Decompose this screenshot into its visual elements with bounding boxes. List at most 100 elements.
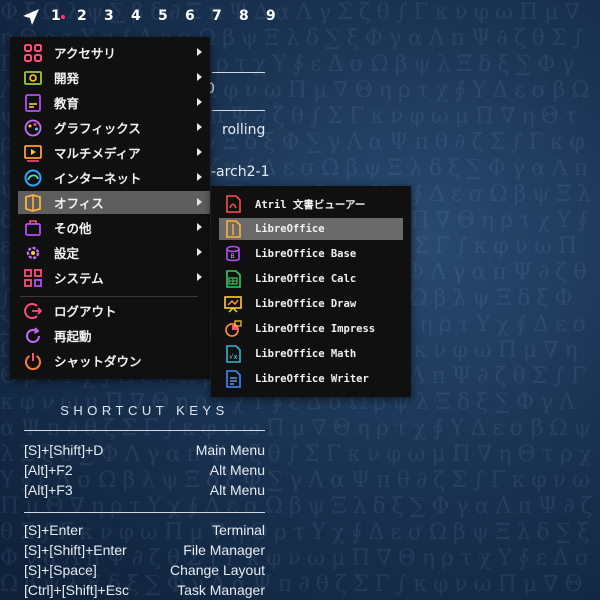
- menu-item-other[interactable]: その他: [18, 216, 210, 239]
- libreoffice-writer-icon: [223, 369, 243, 389]
- menu-item-label: シャットダウン: [54, 354, 142, 369]
- shortcut-keys: [S]+[Shift]+Enter: [24, 542, 127, 558]
- menu-item-label: 教育: [54, 96, 80, 111]
- svg-text:B: B: [231, 253, 235, 260]
- menu-item-settings[interactable]: 設定: [18, 241, 210, 264]
- menu-item-reboot[interactable]: 再起動: [18, 324, 210, 347]
- shortcut-divider: [24, 512, 265, 513]
- submenu-item-libreoffice-math[interactable]: √x LibreOffice Math: [219, 343, 403, 365]
- logout-icon: [23, 301, 43, 321]
- submenu-arrow-icon: [197, 173, 202, 181]
- menu-item-internet[interactable]: インターネット: [18, 166, 210, 189]
- submenu-item-libreoffice-writer[interactable]: LibreOffice Writer: [219, 368, 403, 390]
- submenu-arrow-icon: [197, 48, 202, 56]
- main-menu: アクセサリ 開発 教育 グラフィックス マルチメディア インターネット オフィス…: [10, 37, 210, 379]
- shortcut-row: [S]+Enter Terminal: [24, 522, 265, 542]
- shortcut-action: Alt Menu: [209, 462, 265, 478]
- menu-item-label: システム: [54, 271, 104, 286]
- libreoffice-icon: [223, 219, 243, 239]
- submenu-item-label: LibreOffice Math: [255, 348, 357, 360]
- shortcut-row: [Ctrl]+[Shift]+Esc Task Manager: [24, 582, 265, 600]
- submenu-item-label: LibreOffice: [255, 223, 325, 235]
- atril-icon: [223, 194, 243, 214]
- submenu-item-libreoffice-impress[interactable]: LibreOffice Impress: [219, 318, 403, 340]
- menu-separator: [20, 296, 198, 297]
- submenu-item-libreoffice-draw[interactable]: LibreOffice Draw: [219, 293, 403, 315]
- workspace-4[interactable]: 4: [131, 8, 141, 24]
- development-icon: [23, 68, 43, 88]
- submenu-item-label: Atril 文書ビューアー: [255, 198, 366, 211]
- menu-item-shutdown[interactable]: シャットダウン: [18, 349, 210, 372]
- shortcut-action: Task Manager: [177, 582, 265, 598]
- workspace-7[interactable]: 7: [212, 8, 222, 24]
- submenu-item-libreoffice-calc[interactable]: LibreOffice Calc: [219, 268, 403, 290]
- workspace-9[interactable]: 9: [266, 8, 276, 24]
- libreoffice-calc-icon: [223, 269, 243, 289]
- submenu-item-label: LibreOffice Base: [255, 248, 357, 260]
- workspace-3[interactable]: 3: [104, 8, 114, 24]
- menu-item-label: グラフィックス: [54, 121, 141, 136]
- menu-item-label: アクセサリ: [54, 46, 116, 61]
- submenu-arrow-icon: [197, 223, 202, 231]
- svg-text:√x: √x: [229, 353, 238, 361]
- shortcut-keys: [S]+[Shift]+D: [24, 442, 104, 458]
- menu-item-system[interactable]: システム: [18, 266, 210, 289]
- menu-item-graphics[interactable]: グラフィックス: [18, 116, 210, 139]
- shortcut-keys: [Alt]+F3: [24, 482, 73, 498]
- shortcut-action: Terminal: [212, 522, 265, 538]
- workspace-8[interactable]: 8: [239, 8, 249, 24]
- workspace-1[interactable]: 1: [51, 8, 61, 24]
- launcher-arrow-icon[interactable]: [22, 8, 40, 26]
- menu-item-multimedia[interactable]: マルチメディア: [18, 141, 210, 164]
- submenu-item-label: LibreOffice Writer: [255, 373, 369, 385]
- workspace-2[interactable]: 2: [77, 8, 87, 24]
- libreoffice-base-icon: B: [223, 244, 243, 264]
- other-icon: [23, 218, 43, 238]
- workspace-6[interactable]: 6: [185, 8, 195, 24]
- office-icon: [23, 193, 43, 213]
- submenu-item-libreoffice-base[interactable]: B LibreOffice Base: [219, 243, 403, 265]
- menu-item-label: 設定: [54, 246, 80, 261]
- menu-item-label: マルチメディア: [54, 146, 141, 161]
- submenu-arrow-icon: [197, 73, 202, 81]
- menu-item-label: 開発: [54, 71, 80, 86]
- menu-item-label: インターネット: [54, 171, 142, 186]
- submenu-arrow-icon: [197, 123, 202, 131]
- menu-item-development[interactable]: 開発: [18, 66, 210, 89]
- shortcut-keys-title: SHORTCUT KEYS: [60, 403, 229, 418]
- libreoffice-math-icon: √x: [223, 344, 243, 364]
- submenu-arrow-icon: [197, 248, 202, 256]
- info-kernel: -arch2-1: [211, 164, 270, 180]
- multimedia-icon: [23, 143, 43, 163]
- office-submenu: Atril 文書ビューアー LibreOffice B LibreOffice …: [211, 186, 411, 397]
- menu-item-education[interactable]: 教育: [18, 91, 210, 114]
- libreoffice-impress-icon: [223, 319, 243, 339]
- menu-item-accessories[interactable]: アクセサリ: [18, 41, 210, 64]
- info-rolling: rolling: [222, 122, 266, 138]
- submenu-item-libreoffice[interactable]: LibreOffice: [219, 218, 403, 240]
- submenu-arrow-icon: [197, 98, 202, 106]
- shortcut-keys: [Alt]+F2: [24, 462, 73, 478]
- active-workspace-indicator: [61, 15, 65, 19]
- shortcut-keys: [Ctrl]+[Shift]+Esc: [24, 582, 130, 598]
- shortcut-action: File Manager: [183, 542, 265, 558]
- workspace-bar: 1 2 3 4 5 6 7 8 9: [0, 0, 600, 34]
- settings-icon: [23, 243, 43, 263]
- system-icon: [23, 268, 43, 288]
- shortcut-action: Alt Menu: [209, 482, 265, 498]
- shortcut-row: [S]+[Space] Change Layout: [24, 562, 265, 582]
- libreoffice-draw-icon: [223, 294, 243, 314]
- shortcut-action: Main Menu: [195, 442, 265, 458]
- education-icon: [23, 93, 43, 113]
- workspace-5[interactable]: 5: [158, 8, 168, 24]
- menu-item-office[interactable]: オフィス: [18, 191, 210, 214]
- accessories-icon: [23, 43, 43, 63]
- submenu-item-atril[interactable]: Atril 文書ビューアー: [219, 193, 403, 215]
- menu-item-label: ログアウト: [54, 304, 117, 319]
- submenu-item-label: LibreOffice Calc: [255, 273, 357, 285]
- shortcut-divider: [24, 430, 265, 431]
- menu-item-logout[interactable]: ログアウト: [18, 299, 210, 322]
- shutdown-icon: [23, 351, 43, 371]
- info-divider: [212, 110, 265, 111]
- internet-icon: [23, 168, 43, 188]
